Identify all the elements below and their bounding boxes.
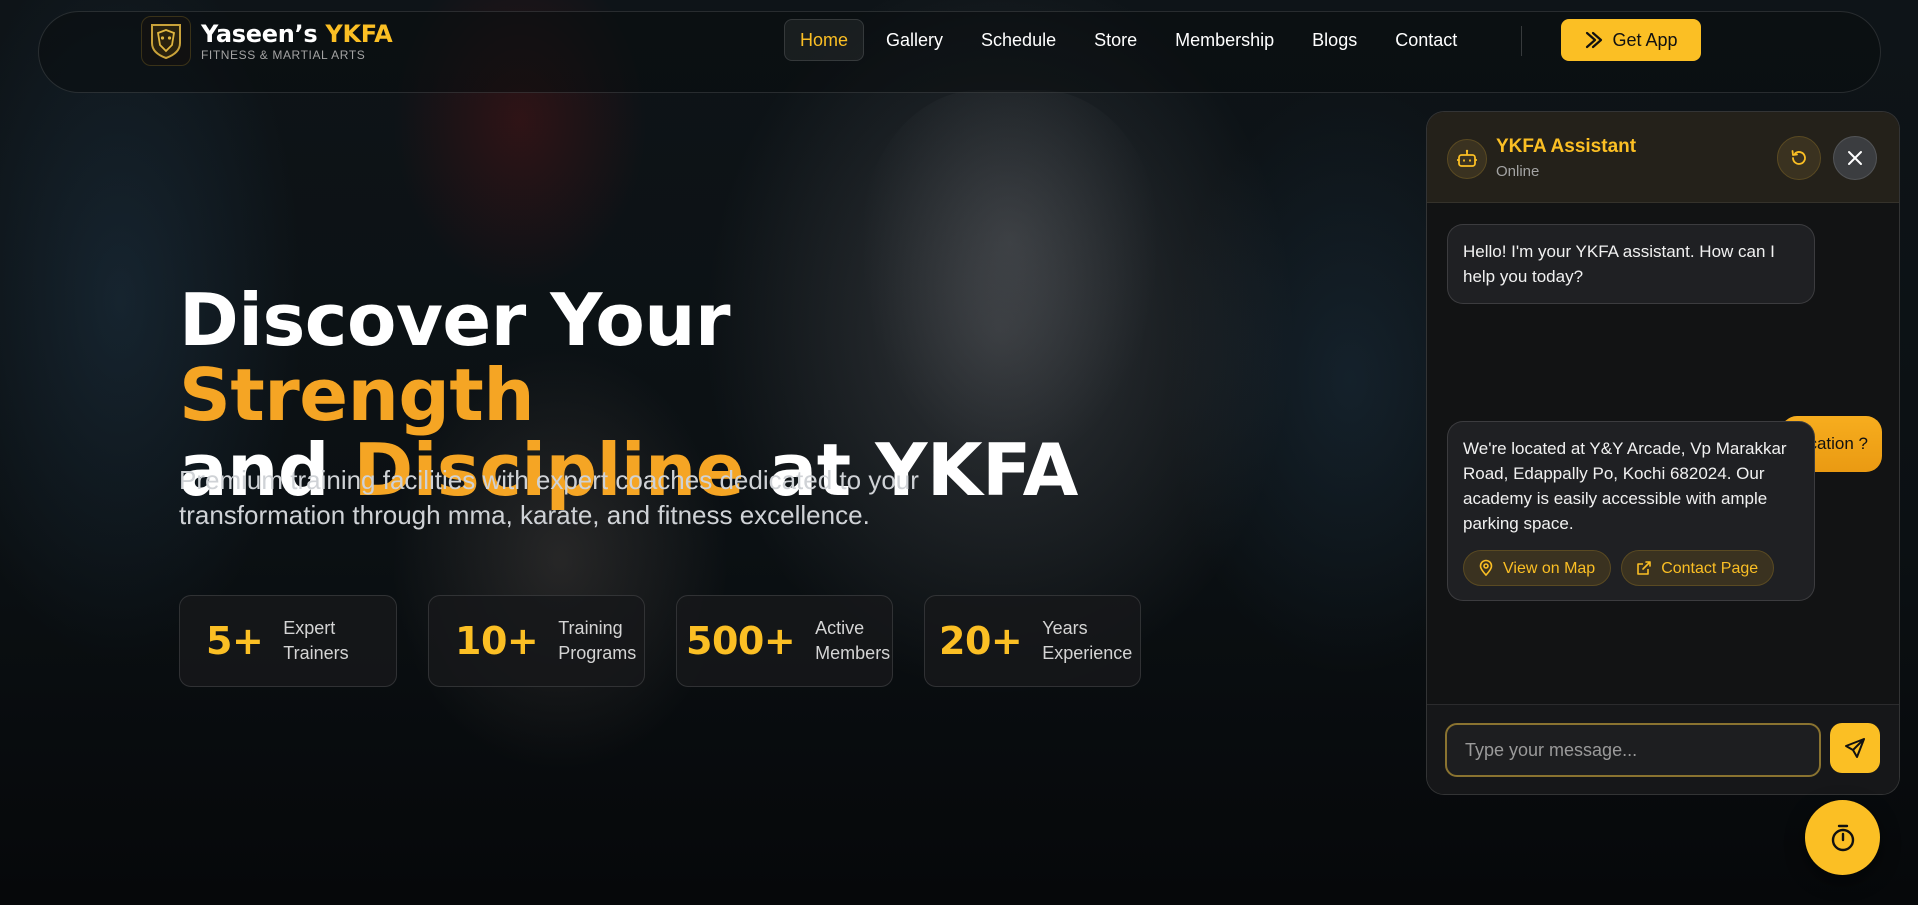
chat-message-input[interactable]	[1445, 723, 1821, 777]
get-app-button[interactable]: Get App	[1561, 19, 1701, 61]
chat-title: YKFA Assistant	[1496, 136, 1637, 157]
bot-icon	[1447, 139, 1487, 179]
send-message-button[interactable]	[1830, 723, 1880, 773]
view-on-map-button[interactable]: View on Map	[1463, 550, 1612, 586]
chat-header: YKFA Assistant Online	[1427, 112, 1899, 203]
bot-message: Hello! I'm your YKFA assistant. How can …	[1447, 224, 1815, 304]
bot-message-text: We're located at Y&Y Arcade, Vp Marakkar…	[1463, 439, 1787, 533]
map-pin-icon	[1477, 559, 1495, 577]
nav-link-schedule[interactable]: Schedule	[965, 19, 1072, 61]
hero-subtitle: Premium training facilities with expert …	[179, 465, 919, 530]
contact-page-button[interactable]: Contact Page	[1621, 550, 1775, 586]
nav-link-blogs[interactable]: Blogs	[1296, 19, 1373, 61]
nav-divider	[1521, 26, 1522, 56]
refresh-icon	[1789, 148, 1809, 168]
stat-value: 10+	[455, 619, 539, 663]
contact-page-label: Contact Page	[1661, 559, 1759, 577]
message-actions: View on Map Contact Page	[1463, 550, 1800, 586]
brand[interactable]: Yaseen’s YKFA FITNESS & MARTIAL ARTS	[141, 16, 393, 66]
bot-message-with-actions: We're located at Y&Y Arcade, Vp Marakkar…	[1447, 421, 1815, 601]
nav-link-membership[interactable]: Membership	[1159, 19, 1290, 61]
brand-tagline: FITNESS & MARTIAL ARTS	[201, 48, 366, 62]
nav-link-home[interactable]: Home	[784, 19, 865, 61]
send-icon	[1843, 736, 1867, 760]
nav-link-store[interactable]: Store	[1078, 19, 1153, 61]
timer-icon	[1827, 822, 1859, 854]
stat-label: Expert Trainers	[283, 618, 349, 663]
stat-card: 20+ Years Experience	[924, 595, 1141, 687]
close-chat-button[interactable]	[1833, 136, 1877, 180]
chat-widget: YKFA Assistant Online Hello! I'm your YK…	[1426, 111, 1900, 795]
stat-value: 20+	[939, 619, 1023, 663]
chat-toggle-button[interactable]	[1805, 800, 1880, 875]
reset-chat-button[interactable]	[1777, 136, 1821, 180]
chat-status: Online	[1496, 163, 1540, 180]
view-on-map-label: View on Map	[1503, 559, 1596, 577]
chat-messages: Hello! I'm your YKFA assistant. How can …	[1427, 203, 1899, 714]
external-link-icon	[1635, 559, 1653, 577]
nav-link-gallery[interactable]: Gallery	[870, 19, 959, 61]
brand-name: Yaseen’s YKFA	[201, 20, 393, 48]
stat-card: 10+ Training Programs	[428, 595, 645, 687]
nav-links: Home Gallery Schedule Store Membership B…	[784, 19, 1479, 61]
nav-link-contact[interactable]: Contact	[1379, 19, 1473, 61]
stats-row: 5+ Expert Trainers 10+ Training Programs…	[179, 595, 1172, 687]
stat-label: Active Members	[815, 618, 891, 663]
stat-value: 500+	[686, 619, 796, 663]
stat-label: Training Programs	[558, 618, 637, 663]
get-app-label: Get App	[1612, 29, 1678, 50]
stat-label: Years Experience	[1042, 618, 1133, 663]
arrow-right-icon	[1584, 30, 1604, 50]
stat-card: 500+ Active Members	[676, 595, 893, 687]
chat-footer	[1427, 704, 1899, 794]
close-icon	[1846, 149, 1864, 167]
stat-card: 5+ Expert Trainers	[179, 595, 397, 687]
brand-logo-icon	[141, 16, 191, 66]
stat-value: 5+	[206, 619, 264, 663]
